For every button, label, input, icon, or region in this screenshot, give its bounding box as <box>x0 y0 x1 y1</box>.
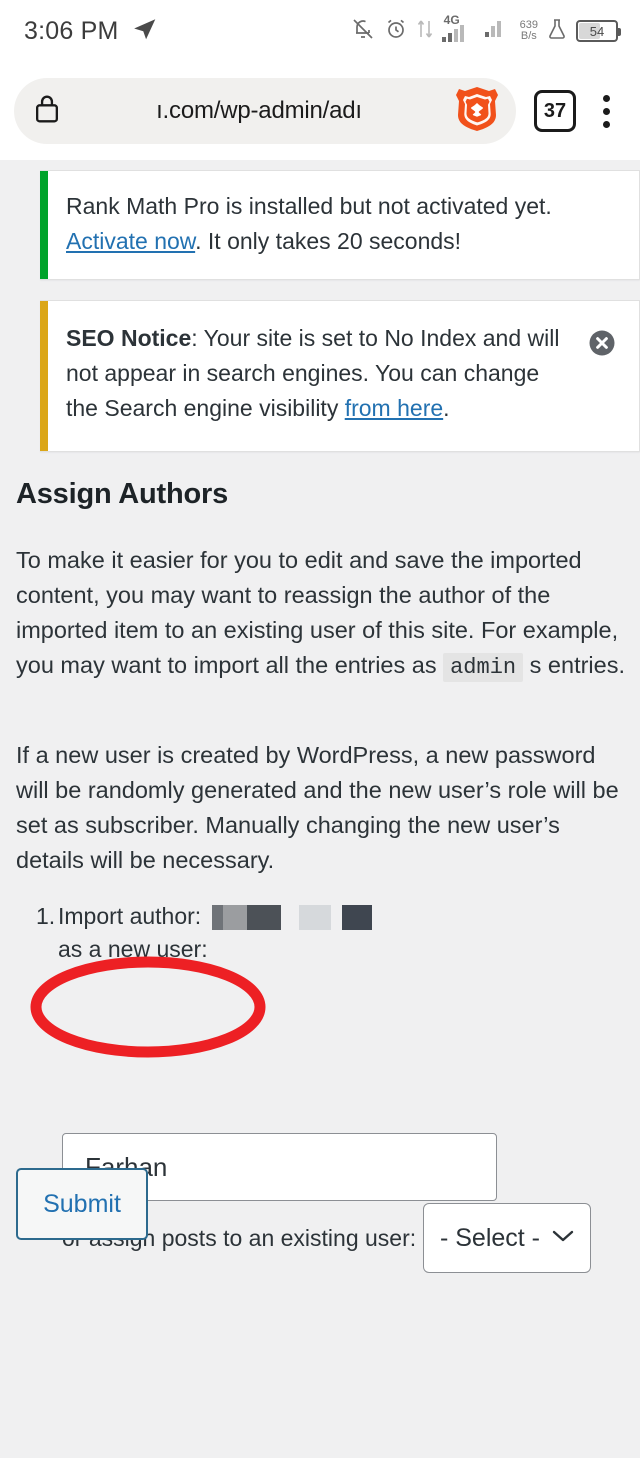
flask-icon <box>547 18 567 45</box>
search-visibility-link[interactable]: from here <box>345 395 443 421</box>
notice-rank-math-pro: Rank Math Pro is installed but not activ… <box>40 170 640 280</box>
url-text[interactable]: ı.com/wp-admin/adı <box>62 97 456 125</box>
redacted-author-name <box>211 905 372 931</box>
signal-bars-icon <box>484 17 511 46</box>
notice-seo: SEO Notice: Your site is set to No Index… <box>40 300 640 452</box>
assign-authors-description-2: If a new user is created by WordPress, a… <box>16 742 619 873</box>
browser-toolbar: ı.com/wp-admin/adı 37 <box>0 62 640 160</box>
network-speed-unit: B/s <box>520 30 537 42</box>
as-new-user-label: as a new user: <box>58 935 208 962</box>
notice-seo-strong: SEO Notice <box>66 325 192 351</box>
existing-user-select-value: - Select - <box>439 1223 541 1252</box>
chevron-down-icon <box>552 1229 574 1248</box>
telegram-send-icon <box>132 16 158 47</box>
admin-code-snippet: admin <box>443 653 524 682</box>
network-speed-indicator: 639 B/s <box>520 19 538 42</box>
menu-dot <box>602 107 610 115</box>
activate-now-link[interactable]: Activate now <box>66 228 195 254</box>
android-status-bar: 3:06 PM 4G 639 B/s 54 <box>0 0 640 62</box>
close-circle-icon[interactable] <box>587 328 617 358</box>
network-type-label: 4G <box>443 12 460 27</box>
menu-dot <box>602 120 610 128</box>
notice-seo-text: SEO Notice: Your site is set to No Index… <box>66 321 615 426</box>
status-bar-right: 4G 639 B/s 54 <box>351 13 621 46</box>
notice-seo-body-after: . <box>443 394 450 421</box>
paragraph-1-text-after: s entries. <box>523 652 625 678</box>
list-marker: 1. <box>36 903 56 929</box>
address-bar[interactable]: ı.com/wp-admin/adı <box>14 78 516 144</box>
tab-counter-button[interactable]: 37 <box>534 90 576 132</box>
notifications-off-icon <box>351 17 375 46</box>
status-bar-clock: 3:06 PM <box>24 16 119 45</box>
notice-line-2-rest: . It only takes 20 seconds! <box>195 227 462 254</box>
brave-lion-icon[interactable] <box>456 86 498 137</box>
page-title: Assign Authors <box>16 478 229 510</box>
submit-button[interactable]: Submit <box>16 1168 148 1240</box>
author-assignment-list: 1. Import author: as a new user: <box>16 900 628 965</box>
notice-line-1: Rank Math Pro is installed but not activ… <box>66 193 552 219</box>
wp-admin-page: Rank Math Pro is installed but not activ… <box>0 160 640 1458</box>
battery-percent-label: 54 <box>589 23 605 39</box>
lock-icon[interactable] <box>32 93 62 130</box>
data-transfer-icon <box>417 17 433 46</box>
existing-user-select[interactable]: - Select - <box>423 1203 591 1273</box>
notice-rank-math-text: Rank Math Pro is installed but not activ… <box>66 189 615 259</box>
assign-authors-description-1: To make it easier for you to edit and sa… <box>16 543 628 685</box>
alarm-clock-icon <box>384 17 408 46</box>
status-bar-left: 3:06 PM <box>24 16 158 47</box>
list-item: 1. Import author: as a new user: <box>16 900 628 965</box>
signal-4g-icon: 4G <box>441 13 476 46</box>
kebab-menu-icon[interactable] <box>586 94 626 128</box>
battery-indicator: 54 <box>576 20 621 42</box>
import-author-label: Import author: <box>58 903 208 929</box>
menu-dot <box>602 94 610 102</box>
